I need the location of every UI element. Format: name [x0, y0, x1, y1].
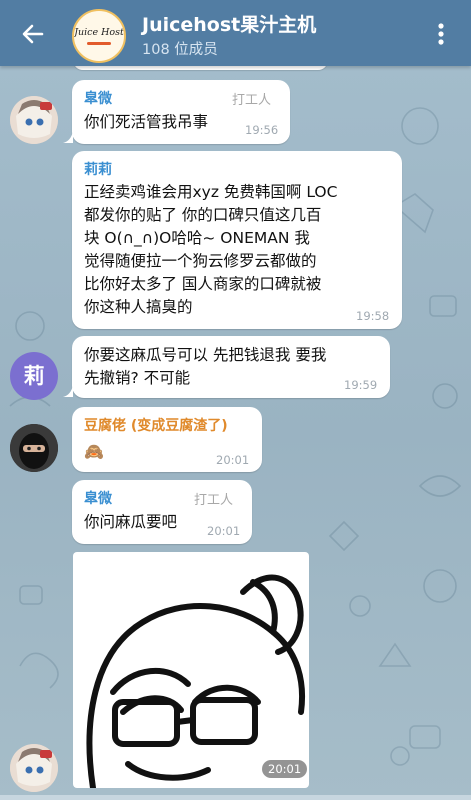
sender-name[interactable]: 豆腐佬 (变成豆腐渣了)	[84, 415, 228, 435]
message-time: 20:01	[207, 524, 241, 538]
chat-title[interactable]: Juicehost果汁主机	[142, 10, 316, 37]
message-bubble[interactable]: 你要这麻瓜号可以 先把钱退我 要我 先撤销? 不可能 19:59	[72, 336, 390, 398]
avatar[interactable]	[10, 744, 58, 792]
bubble-tail	[63, 131, 73, 143]
message-text-line: 你要这麻瓜号可以 先把钱退我 要我	[84, 346, 327, 364]
sender-name[interactable]: 皐微	[84, 488, 112, 508]
message-text-line: 块 O(∩_∩)O哈哈~ ONEMAN 我	[84, 229, 310, 247]
anime-avatar-icon	[10, 744, 58, 792]
member-count: 108 位成员	[142, 42, 218, 58]
meme-face-drawing	[86, 574, 306, 788]
message-time: 20:01	[216, 453, 250, 467]
avatar[interactable]	[10, 424, 58, 472]
sender-name[interactable]: 莉莉	[84, 159, 112, 179]
message-bubble[interactable]: 莉莉 正经卖鸡谁会用xyz 免费韩国啊 LOC 都发你的贴了 你的口碑只值这几百…	[72, 151, 402, 329]
message-text-line: 比你好太多了 国人商家的口碑就被	[84, 275, 322, 293]
group-avatar[interactable]: Juice Host	[72, 9, 126, 63]
member-badge: 打工人	[232, 93, 272, 108]
back-arrow-icon[interactable]	[20, 21, 46, 47]
message-text-line: 都发你的贴了 你的口碑只值这几百	[84, 206, 322, 224]
message-bubble[interactable]: 皐微 打工人 你问麻瓜要吧 20:01	[72, 480, 252, 544]
chat-header: Juice Host Juicehost果汁主机 108 位成员	[0, 0, 471, 66]
message-time: 19:56	[245, 123, 279, 137]
meme-sticker[interactable]	[73, 552, 309, 788]
message-time: 19:58	[356, 309, 390, 323]
message-time: 19:59	[344, 378, 378, 392]
member-badge: 打工人	[194, 493, 234, 508]
bubble-tail	[63, 385, 73, 397]
letter-avatar[interactable]: 莉	[10, 352, 58, 400]
message-text: 你们死活管我吊事	[84, 113, 209, 131]
more-options-icon[interactable]	[432, 19, 450, 49]
bottom-edge	[0, 795, 471, 800]
masked-avatar-icon	[10, 424, 58, 472]
message-text: 你问麻瓜要吧	[84, 513, 178, 531]
message-bubble[interactable]: 豆腐佬 (变成豆腐渣了) 🙈 20:01	[72, 407, 262, 472]
message-text-line: 你这种人搞臭的	[84, 298, 193, 316]
sticker-time: 20:01	[262, 760, 308, 778]
sender-name[interactable]: 皐微	[84, 88, 112, 108]
emoji-message: 🙈	[84, 442, 104, 461]
logo-bar	[87, 42, 111, 45]
message-text-line: 觉得随便拉一个狗云修罗云都做的	[84, 252, 317, 270]
avatar[interactable]	[10, 96, 58, 144]
anime-avatar-icon	[10, 96, 58, 144]
group-logo-text: Juice Host	[74, 27, 124, 38]
message-bubble[interactable]: 皐微 打工人 你们死活管我吊事 19:56	[72, 80, 290, 144]
message-text-line: 先撤销? 不可能	[84, 369, 191, 387]
message-text-line: 正经卖鸡谁会用xyz 免费韩国啊 LOC	[84, 183, 338, 201]
